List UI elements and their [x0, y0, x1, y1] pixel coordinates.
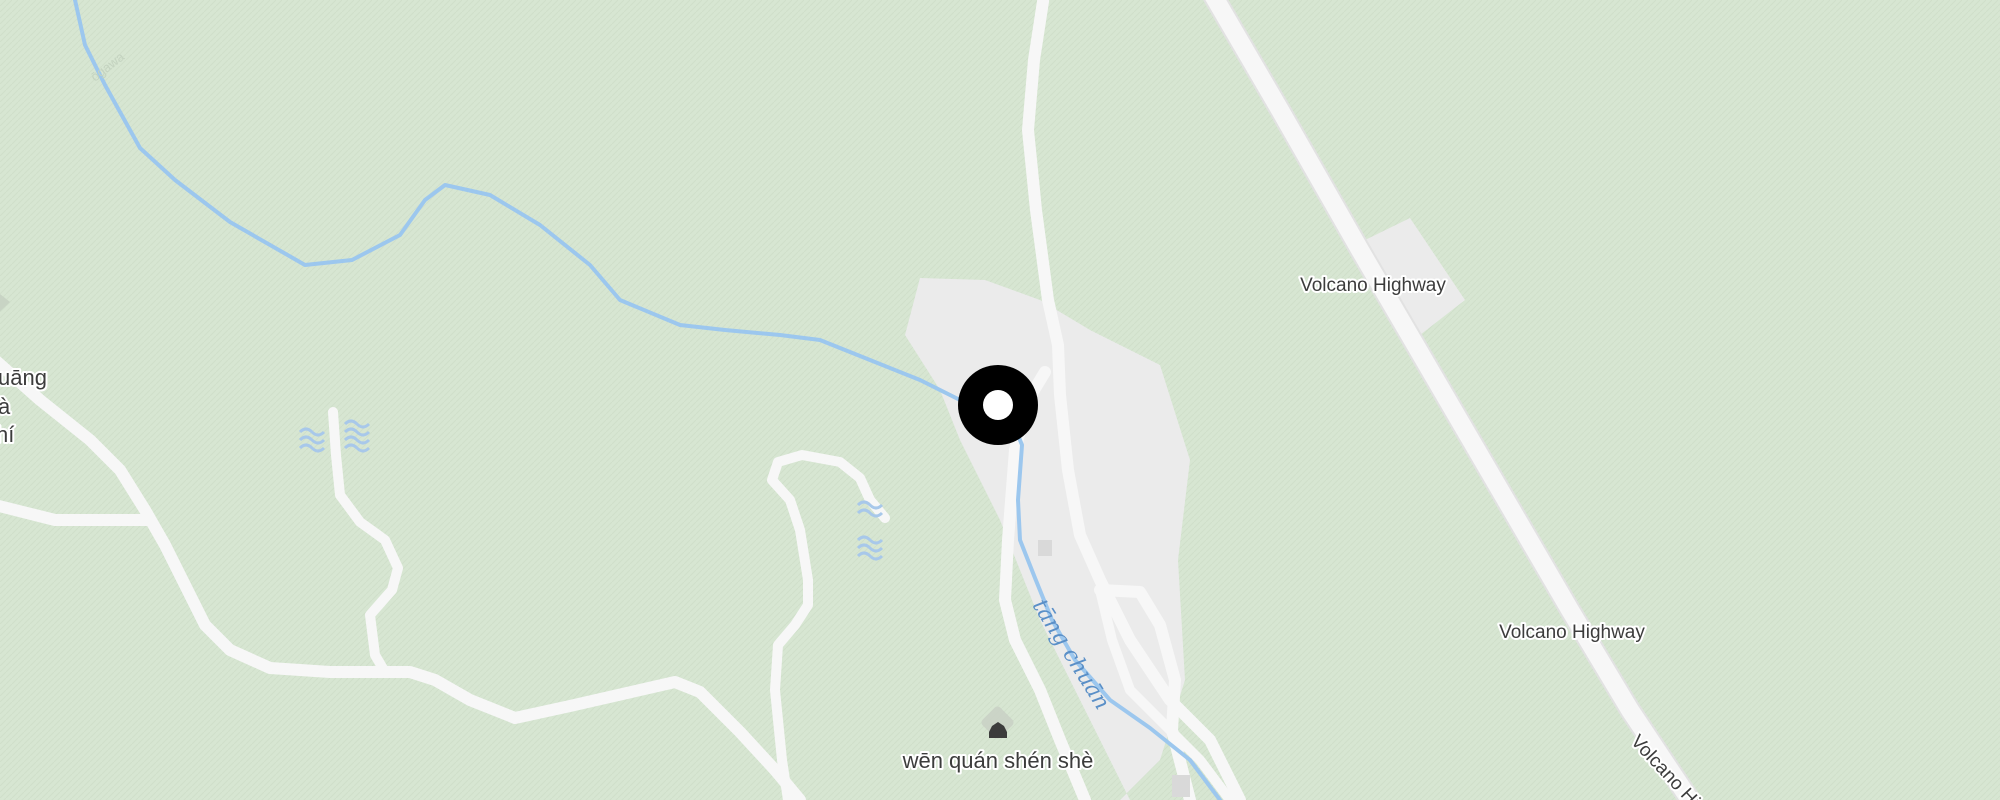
left-partial-label-2[interactable]: à: [0, 392, 13, 421]
left-partial-label-3[interactable]: hí: [0, 420, 16, 449]
poi-label[interactable]: wēn quán shén shè: [900, 746, 1096, 775]
map-canvas[interactable]: ōgawa Volcano Highway Volcano Highway Vo…: [0, 0, 2000, 800]
highway-label-lower[interactable]: Volcano Highway: [1497, 620, 1647, 645]
location-marker-icon[interactable]: [958, 365, 1038, 445]
map-view[interactable]: ōgawa Volcano Highway Volcano Highway Vo…: [0, 0, 2000, 800]
highway-label-upper[interactable]: Volcano Highway: [1298, 273, 1448, 298]
left-partial-label-1[interactable]: uāng: [0, 363, 49, 392]
